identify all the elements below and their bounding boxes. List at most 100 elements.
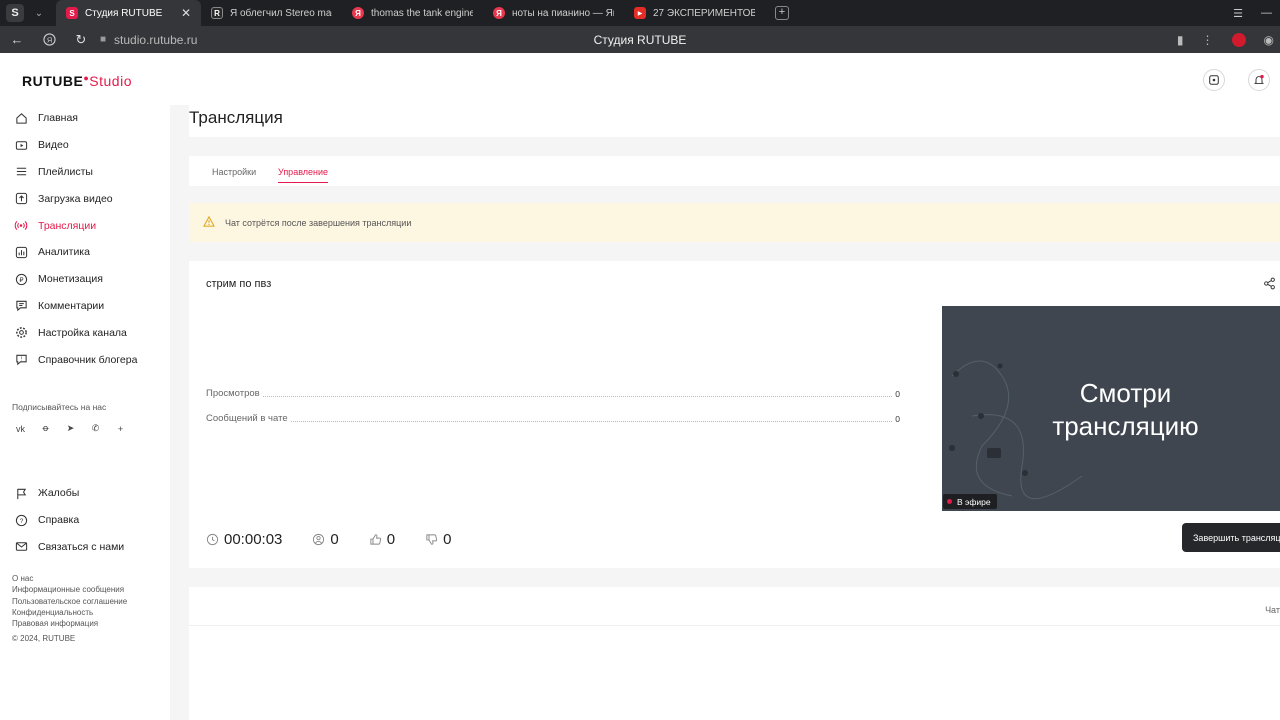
sidebar-item-analytics[interactable]: Аналитика — [14, 239, 170, 266]
close-icon[interactable]: ✕ — [181, 6, 191, 20]
yandex-home-icon[interactable]: Я — [40, 31, 58, 49]
end-stream-button[interactable]: Завершить трансляцию — [1182, 523, 1280, 552]
chat-messages-value: 0 — [895, 413, 900, 424]
sidebar-item-label: Аналитика — [38, 246, 90, 259]
tabs-list-icon[interactable]: ☰ — [1233, 7, 1243, 20]
upload-icon — [14, 192, 28, 206]
viber-icon[interactable]: ✆ — [89, 422, 102, 435]
browser-tab-2[interactable]: Я thomas the tank engine на — [342, 0, 483, 26]
tab-favicon-icon: Я — [493, 7, 505, 19]
sidebar-item-home[interactable]: Главная — [14, 105, 170, 132]
svg-text:?: ? — [19, 518, 23, 525]
sidebar-item-contact[interactable]: Связаться с нами — [14, 534, 170, 561]
browser-address-bar: ← Я ↻ ■ studio.rutube.ru Студия RUTUBE ▮… — [0, 26, 1280, 53]
sidebar-item-upload[interactable]: Загрузка видео — [14, 185, 170, 212]
chevron-down-icon[interactable]: ⌄ — [30, 4, 48, 22]
footer-link-privacy[interactable]: Конфиденциальность — [12, 607, 127, 618]
more-icon[interactable]: + — [114, 422, 127, 435]
likes-value: 0 — [386, 531, 396, 548]
chat-warning: Чат сотрётся после завершения трансляции — [189, 203, 1280, 242]
sidebar-item-monetization[interactable]: ₽ Монетизация — [14, 266, 170, 293]
svg-text:₽: ₽ — [19, 276, 24, 284]
sidebar-item-complaints[interactable]: Жалобы — [14, 480, 170, 507]
gear-icon — [14, 326, 28, 340]
sidebar-item-playlists[interactable]: Плейлисты — [14, 159, 170, 186]
logo-suffix: Studio — [89, 73, 132, 89]
new-tab-button[interactable]: + — [775, 6, 789, 20]
browser-tab-1[interactable]: R Я облегчил Stereo madness — [201, 0, 342, 26]
home-icon — [14, 111, 28, 125]
tab-settings[interactable]: Настройки — [212, 167, 256, 177]
sub-tabs: Настройки Управление — [189, 156, 1280, 186]
comments-icon — [14, 299, 28, 313]
views-stat: Просмотров 0 — [206, 388, 900, 399]
sidebar-item-broadcasts[interactable]: Трансляции — [14, 212, 170, 239]
media-play-icon[interactable]: ◉ — [1264, 33, 1274, 47]
browser-menu-button[interactable]: S — [6, 4, 24, 22]
tab-title: ноты на пианино — Яндекс — [512, 7, 614, 19]
thumbs-up-icon — [369, 533, 382, 546]
help-icon: ? — [14, 513, 28, 527]
live-dot-icon — [947, 499, 952, 504]
sidebar-item-help[interactable]: ? Справка — [14, 507, 170, 534]
tab-favicon-icon: ▶ — [634, 7, 646, 19]
sidebar-item-video[interactable]: Видео — [14, 132, 170, 159]
create-button[interactable] — [1203, 69, 1225, 91]
window-minimize-icon[interactable]: — — [1261, 7, 1272, 19]
telegram-icon[interactable]: ➤ — [64, 422, 77, 435]
sidebar-item-label: Плейлисты — [38, 165, 93, 178]
sidebar-item-channel-settings[interactable]: Настройка канала — [14, 319, 170, 346]
tab-favicon-icon: Я — [352, 7, 364, 19]
viewers-value: 0 — [330, 531, 339, 548]
notifications-button[interactable] — [1248, 69, 1270, 91]
sidebar-item-blogger-guide[interactable]: ! Справочник блогера — [14, 346, 170, 373]
live-label: В эфире — [957, 496, 991, 507]
thumbs-down-icon — [425, 533, 438, 546]
back-arrow-icon[interactable]: ← — [8, 31, 26, 49]
logo-brand: RUTUBE — [22, 73, 84, 89]
footer-link-info[interactable]: Информационные сообщения — [12, 584, 127, 595]
lock-icon: ■ — [100, 34, 107, 45]
footer-link-about[interactable]: О нас — [12, 573, 127, 584]
footer-link-terms[interactable]: Пользовательское соглашение — [12, 596, 127, 607]
reload-icon[interactable]: ↻ — [72, 31, 90, 49]
browser-tab-bar: S ⌄ S Студия RUTUBE ✕ R Я облегчил Stere… — [0, 0, 1280, 26]
divider — [189, 625, 1280, 626]
dotted-leader — [262, 391, 893, 397]
bookmark-icon[interactable]: ▮ — [1177, 33, 1184, 47]
viewers-counter: 0 — [312, 531, 339, 548]
warning-text: Чат сотрётся после завершения трансляции — [225, 217, 412, 228]
sidebar-item-comments[interactable]: Комментарии — [14, 293, 170, 320]
stream-title: стрим по пвз — [206, 278, 272, 290]
sidebar-item-label: Видео — [38, 139, 69, 152]
extension-icon[interactable] — [1231, 32, 1246, 47]
browser-tab-3[interactable]: Я ноты на пианино — Яндекс — [483, 0, 624, 26]
views-label: Просмотров — [206, 388, 260, 399]
svg-text:Я: Я — [46, 35, 51, 44]
broadcast-icon — [14, 219, 28, 233]
clock-icon — [206, 533, 219, 546]
analytics-icon — [14, 245, 28, 259]
guide-icon: ! — [14, 353, 28, 367]
vk-icon[interactable]: vk — [14, 422, 27, 435]
browser-tab-0[interactable]: S Студия RUTUBE ✕ — [56, 0, 201, 26]
rutube-studio-logo[interactable]: RUTUBE●Studio — [22, 73, 132, 89]
share-icon[interactable] — [1263, 277, 1276, 295]
more-vertical-icon[interactable]: ⋮ — [1202, 33, 1214, 47]
tab-title: Студия RUTUBE — [85, 7, 163, 19]
stream-counters: 00:00:03 0 0 0 — [206, 531, 481, 548]
user-icon — [312, 533, 325, 546]
views-value: 0 — [895, 388, 900, 399]
sidebar-item-label: Справочник блогера — [38, 353, 138, 366]
tab-management[interactable]: Управление — [278, 167, 329, 183]
sidebar-item-label: Связаться с нами — [38, 540, 125, 553]
url-field[interactable]: studio.rutube.ru — [114, 33, 197, 47]
footer-link-legal[interactable]: Правовая информация — [12, 618, 127, 629]
stream-preview[interactable]: Смотри трансляцию В эфире — [942, 306, 1280, 511]
sidebar: RUTUBE●Studio Главная Видео Плейлисты За… — [0, 53, 170, 720]
browser-tab-4[interactable]: ▶ 27 ЭКСПЕРИМЕНТОВ на — [624, 0, 765, 26]
live-badge: В эфире — [943, 494, 997, 509]
dotted-leader — [290, 416, 893, 422]
ok-icon[interactable]: ꝋ — [39, 422, 52, 435]
tab-title: Я облегчил Stereo madness — [230, 7, 332, 19]
